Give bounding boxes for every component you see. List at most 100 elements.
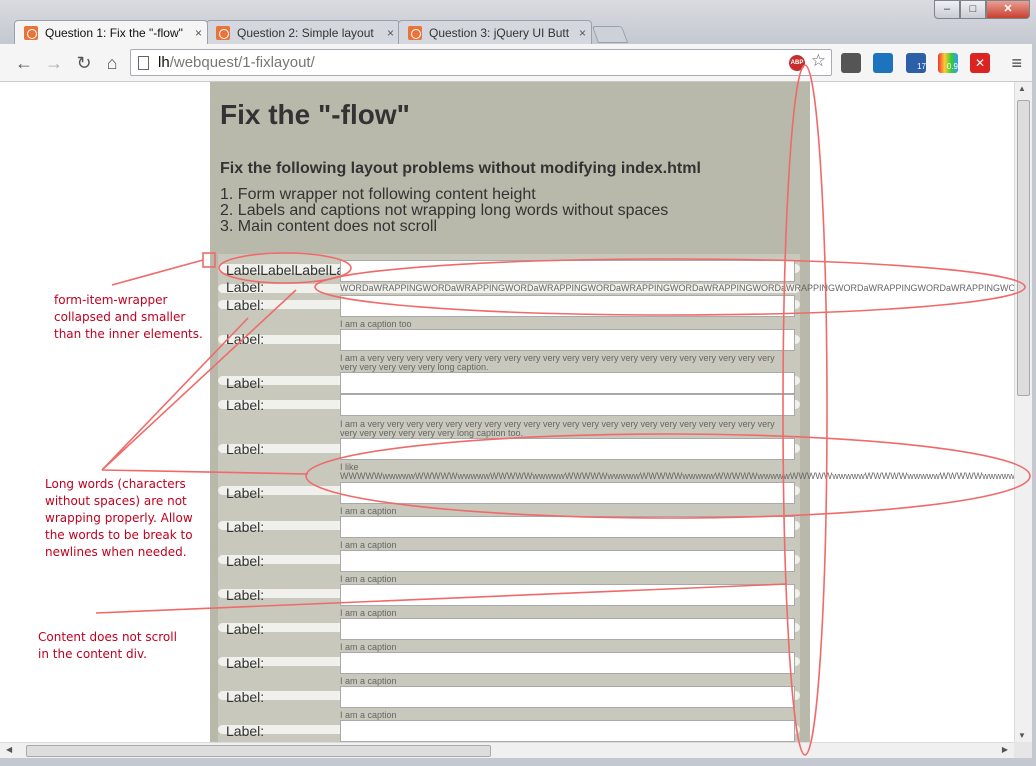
scrollbar-thumb[interactable] [1017, 100, 1030, 396]
url-path: /webquest/1-fixlayout/ [169, 54, 315, 71]
vertical-scrollbar[interactable]: ▲ ▼ [1014, 82, 1032, 742]
text-input[interactable] [340, 295, 795, 317]
form-caption: I am a very very very very very very ver… [340, 353, 775, 372]
scroll-down-icon[interactable]: ▼ [1018, 731, 1026, 740]
text-input[interactable] [340, 686, 795, 708]
tab-question-3[interactable]: Question 3: jQuery UI Butt × [398, 20, 592, 44]
form-label: Label: [226, 397, 265, 413]
window-frame [0, 758, 1036, 766]
text-input[interactable] [340, 618, 795, 640]
minimize-button[interactable]: – [934, 0, 960, 19]
list-item: 2. Labels and captions not wrapping long… [220, 202, 669, 219]
annotation-line: form-item-wrapper [54, 293, 168, 307]
url-host: lh [158, 54, 170, 71]
annotation-line: than the inner elements. [54, 327, 203, 341]
problem-list: 1. Form wrapper not following content he… [220, 187, 668, 235]
annotation-scroll-note: Content does not scroll in the content d… [38, 629, 177, 663]
extension-color-icon[interactable]: 0.9 [938, 53, 958, 73]
page-icon [138, 56, 149, 70]
form-label: Label: [226, 553, 265, 569]
annotation-line: collapsed and smaller [54, 310, 186, 324]
form-caption: I am a caption [340, 710, 397, 720]
annotation-line: the words to be break to [45, 528, 193, 542]
text-input[interactable] [340, 372, 795, 394]
text-input[interactable] [340, 482, 795, 504]
form-label: Label: [226, 297, 265, 313]
form-label: Label: [226, 279, 265, 295]
extension-blue-icon[interactable] [873, 53, 893, 73]
text-input[interactable] [340, 584, 795, 606]
form-caption: I am a caption [340, 574, 397, 584]
tab-label: Question 2: Simple layout [237, 26, 374, 40]
text-input[interactable] [340, 720, 795, 742]
xampp-favicon-icon [216, 26, 230, 40]
annotation-wrapper-note: form-item-wrapper collapsed and smaller … [54, 292, 203, 343]
text-input[interactable] [340, 516, 795, 538]
scroll-up-icon[interactable]: ▲ [1018, 84, 1026, 93]
annotation-line: Long words (characters [45, 477, 186, 491]
annotation-line: Content does not scroll [38, 630, 177, 644]
annotation-line: in the content div. [38, 647, 147, 661]
extension-calendar-icon[interactable]: 17 [906, 53, 926, 73]
text-input[interactable] [340, 550, 795, 572]
url-text[interactable]: lh/webquest/1-fixlayout/ [158, 50, 315, 75]
extension-badge: 17 [917, 62, 926, 71]
scrollbar-corner [1014, 742, 1032, 758]
form-caption: WWWWWwwwwwWWWWWwwwwwWWWWWwwwwwWWWWWwwwww… [340, 471, 1014, 481]
tab-close-icon[interactable]: × [579, 21, 586, 44]
form-label: Label: [226, 655, 265, 671]
main-content[interactable]: Fix the "-flow" Fix the following layout… [210, 82, 1014, 742]
form-label: Label: [226, 331, 265, 347]
tab-question-2[interactable]: Question 2: Simple layout × [206, 20, 400, 44]
list-item: 1. Form wrapper not following content he… [220, 186, 536, 203]
maximize-button[interactable]: □ [960, 0, 986, 19]
xampp-favicon-icon [408, 26, 422, 40]
annotation-words-note: Long words (characters without spaces) a… [45, 476, 193, 561]
form-caption: I am a very very very very very very ver… [340, 419, 775, 438]
form-caption: I am a caption [340, 540, 397, 550]
window-frame [1032, 44, 1036, 766]
home-icon[interactable]: ⌂ [100, 51, 124, 75]
close-window-button[interactable]: ✕ [986, 0, 1030, 19]
form-label: Label: [226, 621, 265, 637]
form-label: Label: [226, 587, 265, 603]
tab-question-1[interactable]: Question 1: Fix the "-flow" × [14, 20, 208, 44]
form-caption: WORDaWRAPPINGWORDaWRAPPINGWORDaWRAPPINGW… [340, 283, 1014, 293]
title-bar: Question 1: Fix the "-flow" × Question 2… [0, 0, 1036, 44]
menu-icon[interactable]: ≡ [1011, 53, 1022, 73]
text-input[interactable] [340, 652, 795, 674]
page-title: Fix the "-flow" [220, 99, 410, 130]
tab-close-icon[interactable]: × [387, 21, 394, 44]
form-caption: I am a caption too [340, 319, 412, 329]
form-label: Label: [226, 375, 265, 391]
extension-x-icon[interactable]: ✕ [970, 53, 990, 73]
scrollbar-thumb[interactable] [26, 745, 491, 757]
form-caption: I am a caption [340, 642, 397, 652]
extension-glasses-icon[interactable] [841, 53, 861, 73]
back-icon[interactable]: ← [12, 51, 36, 75]
window-controls: – □ ✕ [934, 0, 1030, 20]
forward-icon[interactable]: → [42, 51, 66, 75]
tab-close-icon[interactable]: × [195, 21, 202, 44]
address-bar[interactable]: lh/webquest/1-fixlayout/ ABP ☆ [130, 49, 832, 76]
text-input[interactable] [340, 329, 795, 351]
new-tab-button[interactable] [591, 26, 629, 43]
star-icon[interactable]: ☆ [811, 51, 826, 71]
form-label: Label: [226, 723, 265, 739]
annotation-line: wrapping properly. Allow [45, 511, 193, 525]
text-input[interactable] [340, 394, 795, 416]
form-label: Label: [226, 485, 265, 501]
scroll-right-icon[interactable]: ▶ [1002, 745, 1008, 754]
form-caption: I am a caption [340, 506, 397, 516]
reload-icon[interactable]: ↻ [72, 51, 96, 75]
scroll-left-icon[interactable]: ◀ [6, 745, 12, 754]
tab-label: Question 3: jQuery UI Butt [429, 26, 570, 40]
form-area: LabelLabelLabelLabelLabel Label: WORDaWR… [218, 254, 1014, 742]
adblock-icon[interactable]: ABP [789, 55, 805, 71]
form-caption: I am a caption [340, 676, 397, 686]
annotation-line: newlines when needed. [45, 545, 187, 559]
text-input[interactable] [340, 260, 795, 282]
text-input[interactable] [340, 438, 795, 460]
list-item: 3. Main content does not scroll [220, 218, 438, 235]
horizontal-scrollbar[interactable]: ◀ ▶ [0, 742, 1014, 758]
